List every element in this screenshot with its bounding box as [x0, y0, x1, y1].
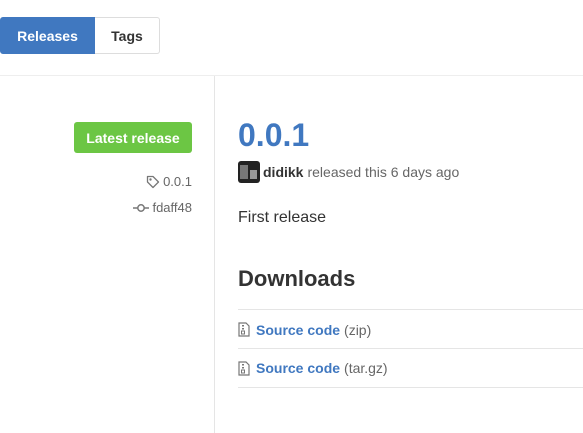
- file-zip-icon: [238, 360, 250, 376]
- release-tabs: Releases Tags: [0, 17, 160, 54]
- file-zip-icon: [238, 322, 250, 337]
- tab-tags[interactable]: Tags: [95, 17, 160, 54]
- released-time: released this 6 days ago: [307, 164, 460, 180]
- download-link[interactable]: Source code: [256, 322, 340, 338]
- download-format: (tar.gz): [344, 360, 388, 376]
- download-item[interactable]: Source code (zip): [238, 309, 583, 349]
- release-commit-label: fdaff48: [152, 200, 192, 215]
- header-divider: [0, 75, 583, 76]
- release-tag-label: 0.0.1: [163, 174, 192, 189]
- download-link[interactable]: Source code: [256, 360, 340, 376]
- download-item[interactable]: Source code (tar.gz): [238, 348, 583, 388]
- tab-releases[interactable]: Releases: [0, 17, 95, 54]
- tag-icon: [146, 175, 160, 188]
- column-divider: [214, 76, 215, 433]
- release-byline: didikk released this 6 days ago: [238, 161, 459, 183]
- release-tag[interactable]: 0.0.1: [146, 174, 192, 189]
- git-commit-icon: [133, 203, 150, 212]
- release-notes: First release: [238, 209, 327, 226]
- latest-release-badge: Latest release: [74, 122, 192, 153]
- avatar[interactable]: [238, 161, 260, 183]
- author-link[interactable]: didikk: [263, 164, 303, 180]
- release-commit[interactable]: fdaff48: [133, 200, 192, 215]
- release-title[interactable]: 0.0.1: [238, 119, 309, 151]
- download-format: (zip): [344, 321, 372, 338]
- downloads-heading: Downloads: [238, 266, 356, 291]
